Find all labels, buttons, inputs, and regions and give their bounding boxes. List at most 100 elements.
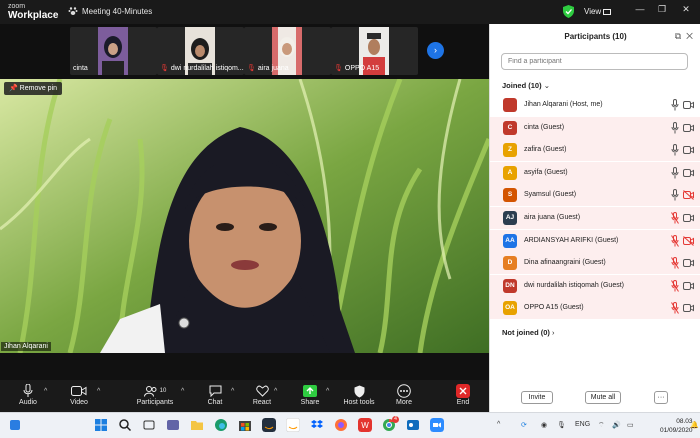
search-icon[interactable] — [118, 418, 132, 432]
teams-icon[interactable] — [166, 418, 180, 432]
video-camera-icon[interactable] — [683, 303, 694, 313]
participant-row[interactable]: AJ aira juana (Guest) — [490, 207, 700, 229]
participant-row[interactable]: Jihan Alqarani (Host, me) — [490, 94, 700, 116]
react-button[interactable]: React — [240, 383, 284, 406]
microphone-icon[interactable] — [671, 189, 679, 201]
amazon-prime-icon[interactable] — [262, 418, 276, 432]
microphone-icon[interactable] — [671, 99, 679, 111]
more-button[interactable]: More — [382, 383, 426, 406]
video-camera-off-icon[interactable] — [683, 190, 694, 201]
video-camera-icon[interactable] — [683, 213, 694, 223]
outlook-icon[interactable] — [406, 418, 420, 432]
paw-icon — [68, 7, 78, 15]
share-options-chevron-icon[interactable]: ^ — [326, 388, 329, 395]
video-options-chevron-icon[interactable]: ^ — [97, 388, 100, 395]
joined-section-header[interactable]: Joined (10) ⌄ — [502, 81, 550, 90]
microphone-muted-icon[interactable] — [671, 234, 679, 247]
video-camera-icon[interactable] — [683, 168, 694, 178]
chat-icon — [209, 385, 221, 397]
system-clock[interactable]: 08.03 01/09/2020 — [660, 417, 693, 435]
view-menu[interactable]: View — [584, 7, 612, 16]
file-explorer-icon[interactable] — [190, 418, 204, 432]
participant-video — [98, 27, 128, 75]
dropbox-icon[interactable] — [310, 418, 324, 432]
battery-icon[interactable]: ▭ — [627, 421, 634, 429]
edge-icon[interactable] — [214, 418, 228, 432]
invite-button[interactable]: Invite — [521, 391, 553, 404]
meeting-info[interactable]: Meeting 40-Minutes — [68, 6, 152, 16]
more-options-button[interactable]: ··· — [654, 391, 668, 404]
thumbnail-tile[interactable]: cinta — [70, 27, 157, 75]
microphone-muted-icon[interactable] — [671, 212, 679, 224]
participant-row[interactable]: D Dina afinaangraini (Guest) — [490, 252, 700, 275]
language-indicator[interactable]: ENG — [575, 421, 590, 428]
zoom-logo: zoom Workplace — [8, 3, 59, 21]
microphone-muted-icon[interactable] — [671, 257, 679, 269]
grid-icon — [603, 8, 612, 15]
participants-button[interactable]: 10 Participants — [133, 383, 177, 406]
video-button[interactable]: Video — [57, 383, 101, 406]
share-screen-icon — [303, 385, 317, 397]
video-camera-icon[interactable] — [683, 123, 694, 133]
shield-icon[interactable] — [563, 5, 574, 18]
microphone-icon[interactable] — [671, 144, 679, 156]
participants-options-chevron-icon[interactable]: ^ — [181, 388, 184, 395]
wifi-icon[interactable]: ⌔ — [598, 421, 605, 430]
audio-options-chevron-icon[interactable]: ^ — [44, 388, 47, 395]
close-panel-icon[interactable]: ✕ — [686, 31, 693, 41]
minimize-button[interactable]: — — [632, 4, 648, 18]
notifications-icon[interactable]: 🔔 — [690, 421, 699, 429]
participant-row[interactable]: Ccinta (Guest) — [490, 116, 700, 139]
wps-office-icon[interactable]: W — [358, 418, 372, 432]
restore-button[interactable]: ❐ — [654, 4, 670, 18]
chat-options-chevron-icon[interactable]: ^ — [231, 388, 234, 395]
mute-all-button[interactable]: Mute all — [585, 391, 621, 404]
microphone-icon[interactable] — [671, 166, 679, 179]
zoom-app-icon[interactable] — [430, 418, 444, 432]
participant-row[interactable]: OA OPPO A15 (Guest) — [490, 297, 700, 320]
task-view-icon[interactable] — [142, 418, 156, 432]
windows-taskbar: W 4 ^ ⟳ ◉ 🎙 ENG ⌔ 🔊 ▭ 08.03 01/09/2020 🔔 — [0, 412, 700, 438]
video-camera-off-icon[interactable] — [683, 235, 694, 246]
host-tools-button[interactable]: Host tools — [337, 383, 381, 406]
popout-icon[interactable]: ⧉ — [675, 31, 681, 41]
start-icon[interactable] — [94, 418, 108, 432]
panel-title: Participants (10) — [564, 32, 627, 41]
participant-row[interactable]: Aasyifa (Guest) — [490, 161, 700, 184]
end-meeting-button[interactable]: End — [441, 383, 485, 406]
participant-search-input[interactable] — [501, 53, 688, 70]
video-camera-icon[interactable] — [683, 281, 694, 291]
svg-text:W: W — [361, 421, 369, 430]
close-window-button[interactable]: ✕ — [678, 4, 694, 18]
participant-row[interactable]: S Syamsul (Guest) — [490, 184, 700, 207]
mic-muted-icon: 🎙 — [334, 65, 343, 72]
participant-row[interactable]: Zzafira (Guest) — [490, 139, 700, 162]
thumbnail-tile[interactable]: 🎙 dwi nurdalilah istiqom... — [157, 27, 244, 75]
participant-name: asyifa (Guest) — [524, 168, 568, 176]
tray-app-icon[interactable]: ◉ — [541, 421, 547, 429]
video-camera-icon[interactable] — [683, 258, 694, 268]
widgets-icon[interactable] — [8, 418, 22, 432]
microsoft-store-icon[interactable] — [238, 418, 252, 432]
participant-row[interactable]: AA ARDIANSYAH ARIFKI (Guest) — [490, 229, 700, 252]
meeting-toolbar: Audio ^ Video ^ 10 Participants ^ Chat ^… — [0, 380, 489, 412]
thumbnail-tile[interactable]: 🎙 aira juana — [244, 27, 331, 75]
sync-icon[interactable]: ⟳ — [521, 421, 527, 429]
next-page-button[interactable]: › — [427, 42, 444, 59]
participant-row[interactable]: DN dwi nurdalilah istiqomah (Guest) — [490, 274, 700, 297]
tray-overflow-chevron-icon[interactable]: ^ — [497, 421, 500, 428]
chevron-down-icon: ⌄ — [543, 81, 550, 90]
microphone-muted-icon[interactable] — [671, 302, 679, 315]
thumbnail-tile[interactable]: 🎙 OPPO A15 — [331, 27, 418, 75]
microphone-muted-icon[interactable] — [671, 279, 679, 292]
microphone-icon[interactable] — [671, 121, 679, 134]
video-camera-icon[interactable] — [683, 100, 694, 110]
remove-pin-button[interactable]: 📌 Remove pin — [4, 82, 63, 95]
amazon-icon[interactable] — [286, 418, 300, 432]
volume-icon[interactable]: 🔊 — [612, 421, 621, 429]
video-camera-icon[interactable] — [683, 145, 694, 155]
firefox-icon[interactable] — [334, 418, 348, 432]
react-options-chevron-icon[interactable]: ^ — [274, 388, 277, 395]
not-joined-section-header[interactable]: Not joined (0) › — [502, 328, 555, 337]
microphone-tray-icon[interactable]: 🎙 — [557, 421, 566, 429]
